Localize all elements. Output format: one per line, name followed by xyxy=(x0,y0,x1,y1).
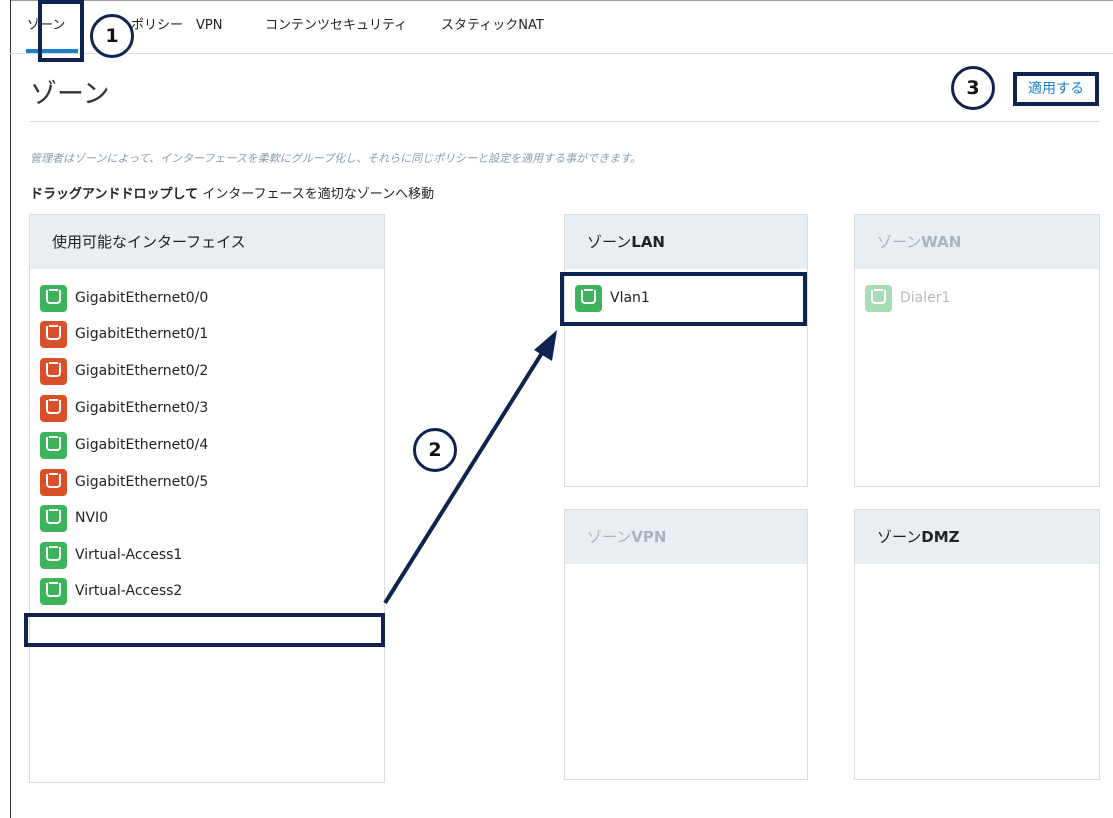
annotation-step-2: 2 xyxy=(413,428,457,472)
drag-arrow xyxy=(383,330,557,605)
